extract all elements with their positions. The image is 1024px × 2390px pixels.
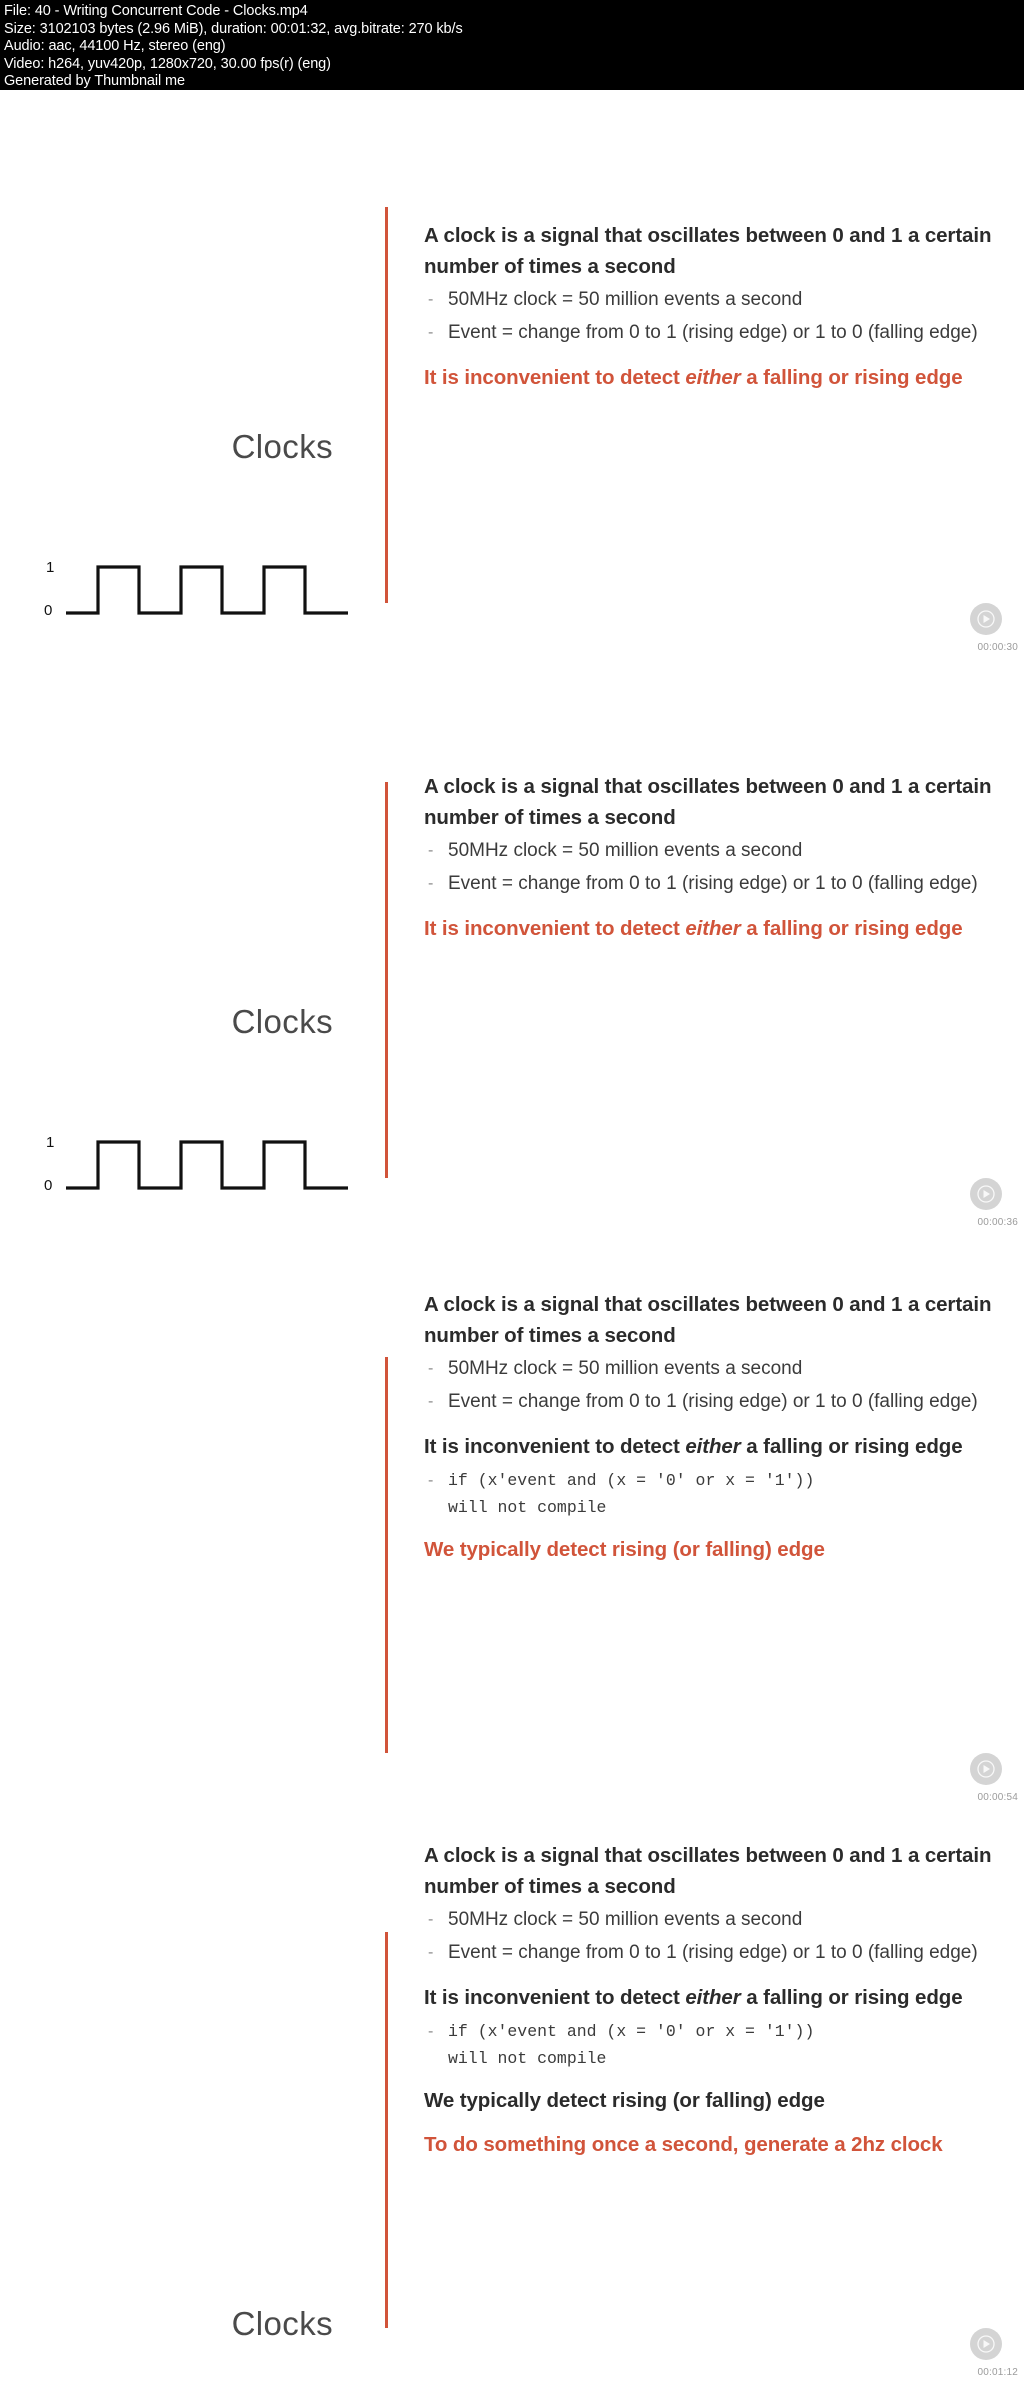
slide-right-column: A clock is a signal that oscillates betw… [424, 665, 1004, 1240]
emphasis-dark-line: It is inconvenient to detect either a fa… [424, 1435, 963, 1458]
slide-title: Clocks [231, 2305, 333, 2342]
waveform-label-high: 1 [46, 559, 55, 576]
emphasis-red-line: It is inconvenient to detect either a fa… [424, 917, 963, 940]
slide-heading: A clock is a signal that oscillates betw… [424, 1293, 992, 1347]
info-line-video: Video: h264, yuv420p, 1280x720, 30.00 fp… [4, 55, 331, 72]
bullet-text: Event = change from 0 to 1 (rising edge)… [448, 1941, 978, 1963]
bullet-text: Event = change from 0 to 1 (rising edge)… [448, 872, 978, 894]
slide-title: Clocks [231, 428, 333, 465]
thumbnail-timestamp: 00:00:30 [977, 642, 1018, 653]
bullet-dash-icon: - [428, 1392, 434, 1410]
info-line-file: File: 40 - Writing Concurrent Code - Clo… [4, 3, 308, 19]
clock-waveform: 1 0 [36, 1120, 366, 1205]
slide-left-column: Clocks 1 0 [0, 1240, 385, 1815]
slide-right-column: A clock is a signal that oscillates betw… [424, 1815, 1004, 2390]
accent-divider [385, 1357, 388, 1753]
slide-left-column: Clocks 1 0 [0, 665, 385, 1240]
bullet-item: - Event = change from 0 to 1 (rising edg… [424, 1939, 1002, 1968]
play-icon[interactable] [970, 1178, 1002, 1210]
bullet-item: - Event = change from 0 to 1 (rising edg… [424, 319, 1002, 348]
waveform-label-high: 1 [46, 1134, 55, 1151]
slide-content: Clocks 1 0 A clock is a signal that osci… [0, 1815, 1024, 2390]
emphasis-red-line: We typically detect rising (or falling) … [424, 1537, 825, 1561]
bullet-dash-icon: - [428, 874, 434, 892]
bullet-dash-icon: - [428, 1911, 434, 1928]
info-line-size: Size: 3102103 bytes (2.96 MiB), duration… [4, 20, 463, 37]
bullet-dash-icon: - [428, 842, 434, 859]
bullet-item: - 50MHz clock = 50 million events a seco… [424, 837, 1002, 866]
waveform-label-low: 0 [44, 1177, 53, 1194]
bullet-text: Event = change from 0 to 1 (rising edge)… [448, 1390, 978, 1412]
thumbnail-timestamp: 00:01:12 [977, 2367, 1018, 2378]
media-info-bar: File: 40 - Writing Concurrent Code - Clo… [0, 0, 1024, 90]
accent-divider [385, 207, 388, 603]
thumbnail-frame[interactable]: Clocks 1 0 A clock is a signal that osci… [0, 1815, 1024, 2390]
bullet-item: - 50MHz clock = 50 million events a seco… [424, 1906, 1002, 1935]
bullet-item-code: - if (x'event and (x = '0' or x = '1')) w… [424, 1467, 1002, 1521]
info-line-generator: Generated by Thumbnail me [4, 73, 186, 89]
bullet-item: - Event = change from 0 to 1 (rising edg… [424, 1388, 1002, 1417]
thumbnail-grid: Clocks 1 0 A clock is a signal that osci… [0, 90, 1024, 2390]
thumbnail-frame[interactable]: Clocks 1 0 A clock is a signal that osci… [0, 1240, 1024, 1815]
emphasis-dark-line: It is inconvenient to detect either a fa… [424, 1986, 963, 2009]
waveform-svg [66, 565, 348, 615]
bullet-item-code: - if (x'event and (x = '0' or x = '1')) w… [424, 2018, 1002, 2072]
slide-content: Clocks 1 0 A clock is a signal that osci… [0, 1240, 1024, 1815]
bullet-item: - 50MHz clock = 50 million events a seco… [424, 1355, 1002, 1384]
slide-left-column: Clocks 1 0 [0, 90, 385, 665]
thumbnail-frame[interactable]: Clocks 1 0 A clock is a signal that osci… [0, 90, 1024, 665]
waveform-svg [66, 1140, 348, 1190]
bullet-text: 50MHz clock = 50 million events a second [448, 1358, 803, 1379]
slide-heading: A clock is a signal that oscillates betw… [424, 775, 992, 829]
bullet-code-text: if (x'event and (x = '0' or x = '1')) wil… [448, 2021, 815, 2068]
bullet-text: 50MHz clock = 50 million events a second [448, 289, 803, 310]
bullet-text: 50MHz clock = 50 million events a second [448, 840, 803, 861]
slide-right-column: A clock is a signal that oscillates betw… [424, 1240, 1004, 1815]
bullet-dash-icon: - [428, 1943, 434, 1961]
slide-right-column: A clock is a signal that oscillates betw… [424, 90, 1004, 665]
bullet-item: - 50MHz clock = 50 million events a seco… [424, 286, 1002, 315]
slide-left-column: Clocks 1 0 [0, 1815, 385, 2390]
emphasis-red-line: To do something once a second, generate … [424, 2133, 943, 2156]
thumbnail-timestamp: 00:00:54 [977, 1792, 1018, 1803]
slide-heading: A clock is a signal that oscillates betw… [424, 224, 992, 278]
accent-divider [385, 1932, 388, 2328]
emphasis-red-line: It is inconvenient to detect either a fa… [424, 366, 963, 389]
slide-heading: A clock is a signal that oscillates betw… [424, 1844, 992, 1898]
thumbnail-sheet: File: 40 - Writing Concurrent Code - Clo… [0, 0, 1024, 2390]
bullet-item: - Event = change from 0 to 1 (rising edg… [424, 870, 1002, 899]
bullet-dash-icon: - [428, 1471, 434, 1489]
slide-title: Clocks [231, 1003, 333, 1040]
thumbnail-timestamp: 00:00:36 [977, 1217, 1018, 1228]
line-we-typically: We typically detect rising (or falling) … [424, 2088, 825, 2112]
accent-divider [385, 782, 388, 1178]
bullet-text: 50MHz clock = 50 million events a second [448, 1909, 803, 1930]
thumbnail-frame[interactable]: Clocks 1 0 A clock is a signal that osci… [0, 665, 1024, 1240]
play-icon[interactable] [970, 1753, 1002, 1785]
bullet-dash-icon: - [428, 291, 434, 308]
info-line-audio: Audio: aac, 44100 Hz, stereo (eng) [4, 38, 226, 54]
bullet-code-text: if (x'event and (x = '0' or x = '1')) wil… [448, 1470, 815, 1517]
bullet-text: Event = change from 0 to 1 (rising edge)… [448, 321, 978, 343]
waveform-label-low: 0 [44, 602, 53, 619]
clock-waveform: 1 0 [36, 545, 366, 630]
bullet-dash-icon: - [428, 1360, 434, 1377]
bullet-dash-icon: - [428, 2022, 434, 2040]
bullet-dash-icon: - [428, 323, 434, 341]
slide-content: Clocks 1 0 A clock is a signal that osci… [0, 665, 1024, 1240]
play-icon[interactable] [970, 603, 1002, 635]
slide-content: Clocks 1 0 A clock is a signal that osci… [0, 90, 1024, 665]
play-icon[interactable] [970, 2328, 1002, 2360]
